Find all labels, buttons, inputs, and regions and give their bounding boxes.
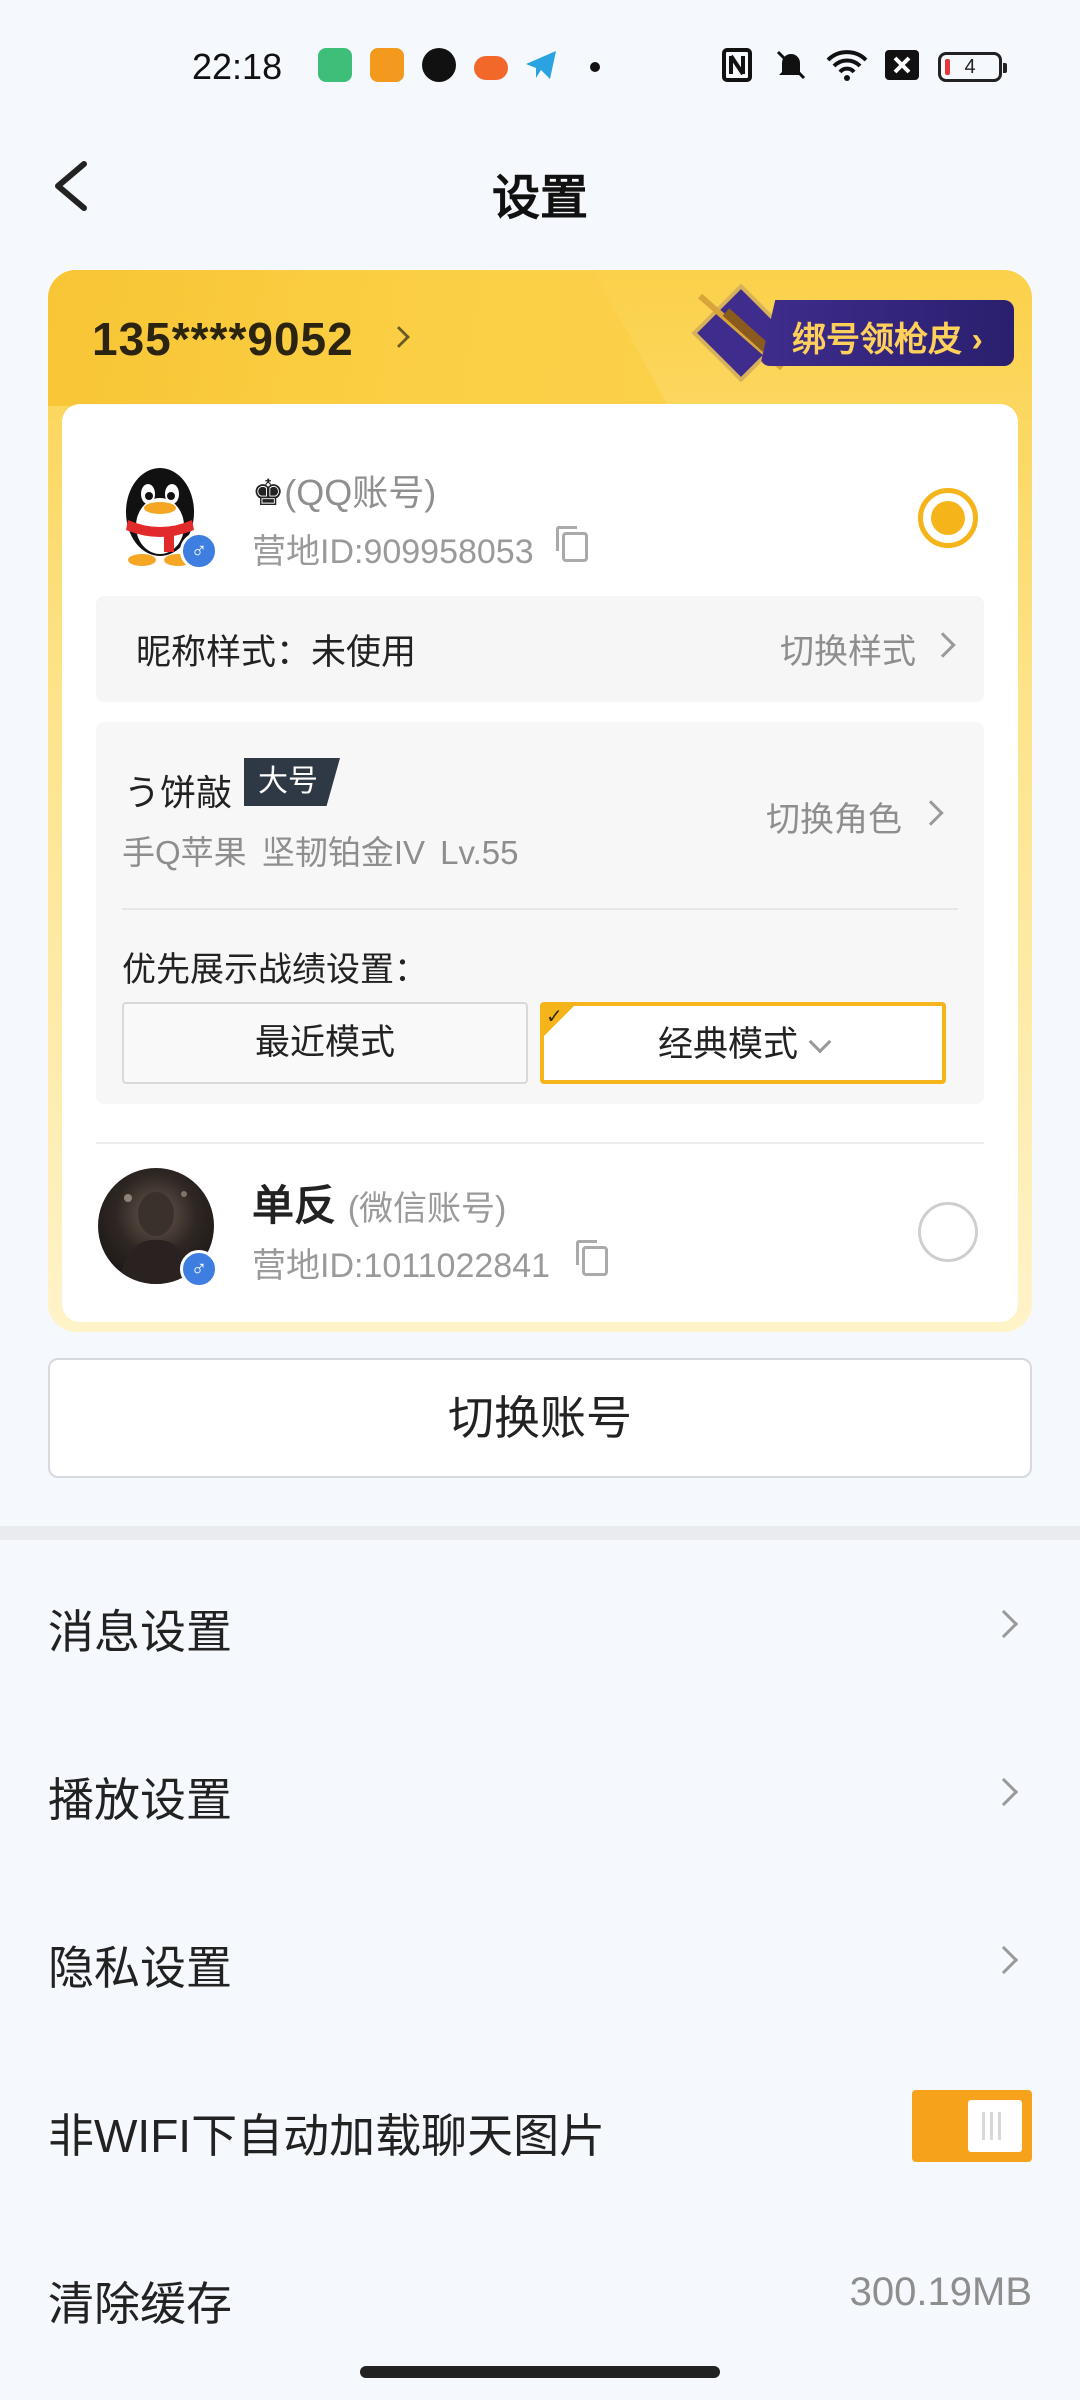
status-time: 22:18 xyxy=(192,46,283,87)
page-title: 设置 xyxy=(491,172,588,225)
shield-app-icon xyxy=(422,48,456,82)
wechat-account-id: 营地ID:1011022841 xyxy=(252,1247,551,1285)
chevron-right-icon xyxy=(989,1945,1019,1975)
main-account-tag: 大号 xyxy=(244,758,340,806)
settings-row-privacy[interactable]: 隐私设置 xyxy=(0,1876,1080,2044)
settings-row-message[interactable]: 消息设置 xyxy=(0,1540,1080,1708)
nfc-icon xyxy=(722,48,752,82)
app-icon-orange xyxy=(370,48,404,82)
settings-row-label: 非WIFI下自动加载聊天图片 xyxy=(48,2110,606,2162)
divider xyxy=(122,908,958,910)
battery-icon: 4 xyxy=(938,52,1007,82)
game-app-icon xyxy=(474,56,508,80)
autoload-images-toggle[interactable] xyxy=(912,2090,1032,2162)
toggle-knob xyxy=(968,2100,1022,2152)
settings-row-label: 消息设置 xyxy=(48,1606,232,1658)
check-icon: ✓ xyxy=(546,1006,563,1028)
male-gender-icon: ♂ xyxy=(180,532,218,570)
record-pref-label: 优先展示战绩设置： xyxy=(122,951,428,989)
qq-account-radio[interactable] xyxy=(918,488,978,548)
mode-classic-button[interactable]: 经典模式 xyxy=(540,1002,946,1084)
crown-icon: ♚ xyxy=(252,472,285,513)
cache-size-value: 300.19MB xyxy=(849,2270,1032,2314)
chevron-down-icon xyxy=(808,1030,832,1054)
switch-account-button[interactable]: 切换账号 xyxy=(48,1358,1032,1478)
home-indicator[interactable] xyxy=(360,2366,720,2378)
wechat-account-name: 单反 (微信账号) xyxy=(252,1182,507,1229)
settings-row-label: 隐私设置 xyxy=(48,1942,232,1994)
mode-recent-button[interactable]: 最近模式 xyxy=(122,1002,528,1084)
settings-row-label: 清除缓存 xyxy=(48,2278,232,2330)
role-name: う饼敲 xyxy=(124,772,233,813)
bind-reward-label[interactable]: 绑号领枪皮 › xyxy=(792,312,983,361)
switch-style-link[interactable]: 切换样式 xyxy=(780,624,916,673)
chevron-right-icon xyxy=(989,1609,1019,1639)
settings-row-clear-cache[interactable]: 清除缓存 300.19MB xyxy=(0,2212,1080,2380)
copy-icon[interactable] xyxy=(576,1240,608,1276)
role-info: 手Q苹果 坚韧铂金IV Lv.55 xyxy=(122,834,519,871)
dot-icon xyxy=(590,62,600,72)
section-divider xyxy=(0,1526,1080,1540)
battery-saver-icon xyxy=(318,48,352,82)
copy-icon[interactable] xyxy=(556,526,588,562)
male-gender-icon: ♂ xyxy=(180,1250,218,1288)
sim-off-icon xyxy=(885,50,919,80)
nickname-style-label: 昵称样式：未使用 xyxy=(136,633,417,672)
chevron-right-icon xyxy=(989,1777,1019,1807)
telegram-icon xyxy=(526,51,556,79)
settings-row-playback[interactable]: 播放设置 xyxy=(0,1708,1080,1876)
switch-role-link[interactable]: 切换角色 xyxy=(766,792,902,841)
account-phone[interactable]: 135****9052 xyxy=(92,312,354,366)
wifi-icon xyxy=(826,50,868,81)
qq-account-id: 营地ID:909958053 xyxy=(252,533,534,571)
mute-icon xyxy=(776,50,806,80)
wechat-account-radio[interactable] xyxy=(918,1202,978,1262)
settings-row-label: 播放设置 xyxy=(48,1774,232,1826)
qq-account-name: ♚(QQ账号) xyxy=(252,472,437,513)
divider xyxy=(96,1142,984,1144)
status-bar: 22:18 4 xyxy=(0,0,1080,130)
battery-level: 4 xyxy=(964,56,976,78)
